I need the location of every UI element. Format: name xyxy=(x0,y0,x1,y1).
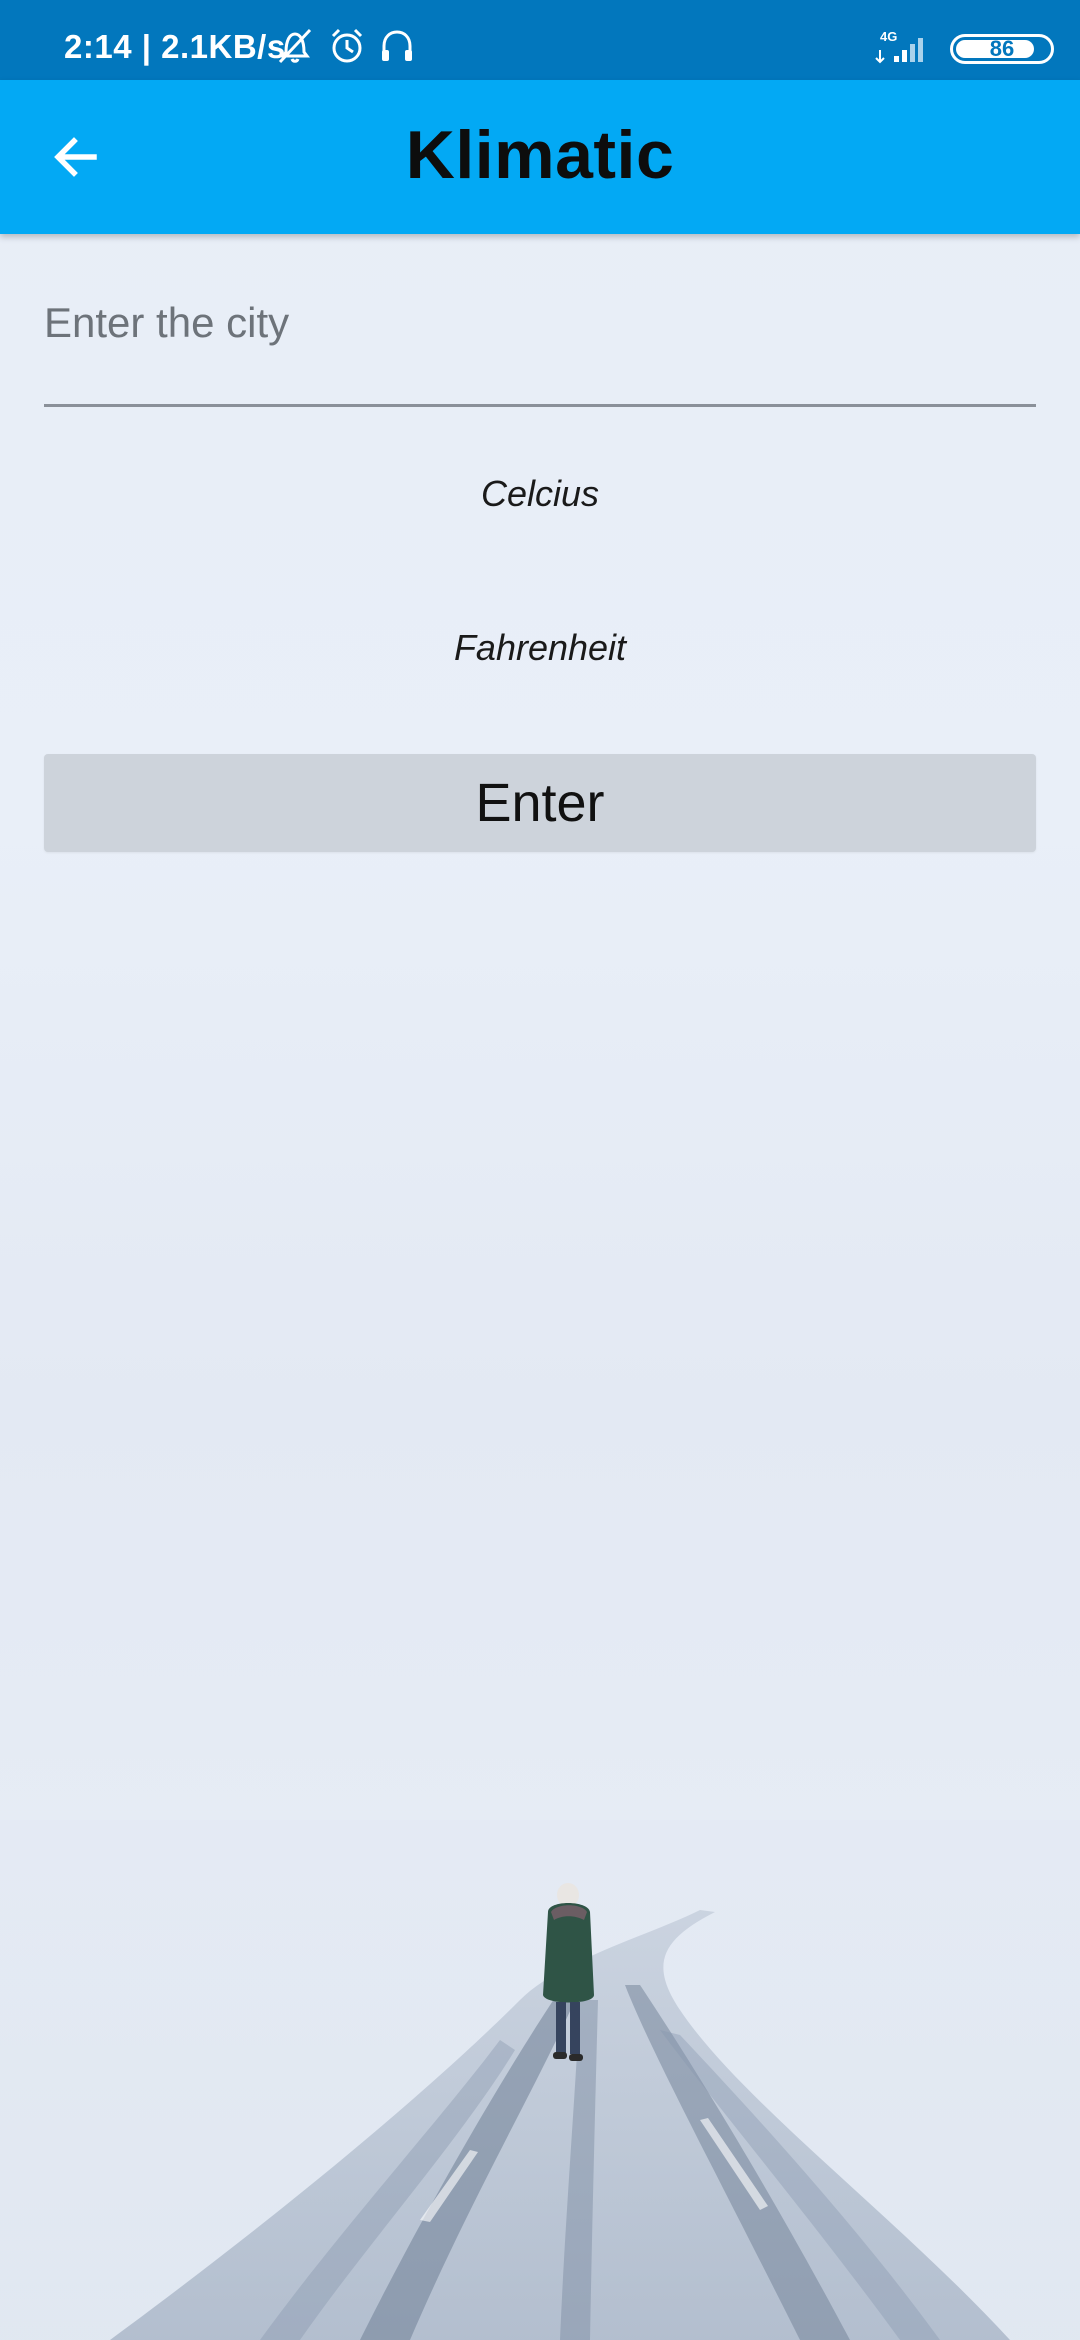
celsius-label: Celcius xyxy=(480,473,600,514)
status-time: 2:14 | 2.1KB/s xyxy=(64,28,286,65)
fahrenheit-label: Fahrenheit xyxy=(453,627,627,668)
page-title: Klimatic xyxy=(405,117,675,193)
headphones-icon xyxy=(382,30,412,61)
enter-button[interactable]: Enter xyxy=(44,754,1036,852)
signal-icon: 4G xyxy=(875,29,923,64)
input-underline xyxy=(44,404,1036,407)
status-bar: 2:14 | 2.1KB/s 4G 86 xyxy=(0,0,1080,80)
network-type: 4G xyxy=(880,29,897,44)
vibrate-off-icon xyxy=(278,28,312,64)
city-field xyxy=(44,234,1036,408)
fahrenheit-option[interactable]: Fahrenheit xyxy=(44,598,1036,698)
app-bar: Klimatic xyxy=(0,80,1080,234)
city-input[interactable] xyxy=(44,288,1036,358)
city-form: Celcius Fahrenheit Enter xyxy=(44,234,1036,852)
battery-level: 86 xyxy=(989,36,1015,61)
battery-icon: 86 xyxy=(950,34,1054,64)
alarm-icon xyxy=(331,28,363,63)
celsius-option[interactable]: Celcius xyxy=(44,444,1036,544)
